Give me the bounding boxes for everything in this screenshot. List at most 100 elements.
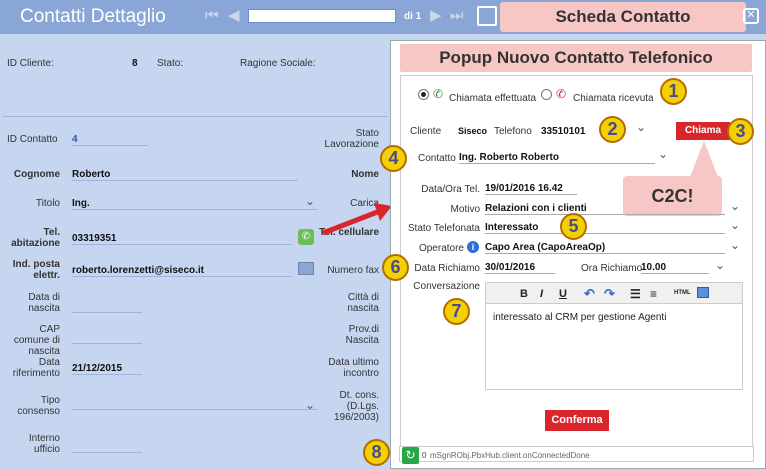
italic-button[interactable]: I [540, 288, 543, 300]
nav-prev-icon[interactable]: ◀ [228, 8, 240, 24]
badge-1: 1 [660, 78, 687, 105]
nome-label: Nome [351, 169, 379, 180]
ragione-sociale-label: Ragione Sociale: [240, 58, 316, 69]
titolo-select[interactable]: Ing. [72, 198, 317, 210]
chevron-down-icon[interactable]: ⌄ [636, 120, 646, 134]
badge-4: 4 [380, 145, 407, 172]
email-icon[interactable] [298, 262, 314, 275]
nav-next-icon[interactable]: ▶ [430, 8, 442, 24]
id-cliente-value: 8 [132, 58, 138, 69]
radio-chiamata-effettuata[interactable] [418, 89, 429, 100]
record-count: di 1 [404, 11, 422, 22]
chevron-down-icon[interactable]: ⌄ [730, 199, 740, 213]
telefono-select[interactable]: 33510101 [541, 126, 586, 137]
numero-fax-label: Numero fax [327, 265, 379, 276]
status-count: 0 [422, 451, 427, 460]
tel-abitazione-field[interactable]: 03319351 [72, 233, 292, 245]
stato-lavorazione-label: Stato Lavorazione [324, 128, 379, 150]
outgoing-call-icon: ✆ [433, 87, 444, 101]
conversazione-text: interessato al CRM per gestione Agenti [493, 312, 667, 323]
contatto-select[interactable]: Ing. Roberto Roberto [459, 152, 655, 164]
cliente-value: Siseco [458, 126, 488, 136]
data-riferimento-field[interactable]: 21/12/2015 [72, 363, 142, 375]
bold-button[interactable]: B [520, 288, 528, 300]
cognome-label: Cognome [13, 169, 60, 180]
chevron-down-icon[interactable]: ⌄ [305, 194, 315, 208]
chiama-button[interactable]: Chiama [676, 122, 730, 140]
ora-richiamo-field[interactable]: 10.00 [641, 262, 709, 274]
incoming-call-icon: ✆ [556, 87, 567, 101]
cliente-label: Cliente [410, 126, 442, 137]
chevron-down-icon[interactable]: ⌄ [715, 258, 725, 272]
image-icon[interactable] [697, 287, 709, 298]
operatore-label: Operatore [418, 243, 464, 254]
undo-icon[interactable]: ↶ [584, 286, 595, 302]
record-input[interactable] [248, 9, 396, 23]
badge-7: 7 [443, 298, 470, 325]
email-label: Ind. posta elettr. [12, 259, 60, 281]
email-field[interactable]: roberto.lorenzetti@siseco.it [72, 265, 292, 277]
chevron-down-icon[interactable]: ⌄ [305, 398, 315, 412]
radio-ricevuta-label: Chiamata ricevuta [573, 93, 654, 104]
data-nascita-field[interactable] [72, 305, 142, 313]
operatore-select[interactable]: Capo Area (CapoAreaOp) [485, 242, 725, 254]
interno-ufficio-label: Interno ufficio [28, 433, 60, 455]
data-nascita-label: Data di nascita [28, 292, 60, 314]
data-ora-label: Data/Ora Tel. [421, 184, 480, 195]
citta-nascita-label: Città di nascita [347, 292, 379, 314]
client-info-panel [3, 41, 387, 117]
badge-6: 6 [382, 254, 409, 281]
contatto-label: Contatto [418, 153, 456, 164]
callout-popup-title: Popup Nuovo Contatto Telefonico [400, 44, 752, 72]
phone-icon[interactable]: ✆ [298, 229, 314, 245]
underline-button[interactable]: U [559, 288, 567, 300]
conferma-button[interactable]: Conferma [545, 410, 609, 431]
data-ora-field[interactable]: 19/01/2016 16.42 [485, 183, 577, 195]
html-source-button[interactable]: HTML [674, 290, 691, 296]
cognome-field[interactable]: Roberto [72, 169, 298, 181]
cap-nascita-field[interactable] [72, 336, 142, 344]
motivo-label: Motivo [450, 204, 480, 215]
badge-8: 8 [363, 439, 390, 466]
badge-2: 2 [599, 116, 626, 143]
titolo-label: Titolo [35, 198, 60, 209]
cap-nascita-label: CAP comune di nascita [13, 324, 60, 357]
nav-first-icon[interactable]: ⏮ [205, 8, 219, 24]
data-ultimo-incontro-label: Data ultimo incontro [328, 357, 379, 379]
data-richiamo-field[interactable]: 30/01/2016 [485, 262, 555, 274]
chevron-down-icon[interactable]: ⌄ [730, 238, 740, 252]
dt-consenso-label: Dt. cons. (D.Lgs. 196/2003) [333, 390, 379, 423]
close-icon[interactable]: ✕ [743, 8, 759, 24]
tipo-consenso-label: Tipo consenso [17, 395, 60, 417]
id-contatto-value: 4 [72, 134, 148, 146]
radio-chiamata-ricevuta[interactable] [541, 89, 552, 100]
id-cliente-label: ID Cliente: [7, 58, 54, 69]
stato-telefonata-select[interactable]: Interessato [485, 222, 725, 234]
info-icon[interactable]: i [467, 241, 479, 253]
save-icon[interactable] [477, 6, 497, 26]
pointer-arrow [322, 203, 392, 236]
tipo-consenso-select[interactable] [72, 402, 317, 410]
numbered-list-icon[interactable]: ≡ [650, 287, 657, 301]
c2c-callout-pointer [690, 141, 718, 177]
chevron-down-icon[interactable]: ⌄ [658, 147, 668, 161]
stato-telefonata-label: Stato Telefonata [407, 223, 480, 234]
interno-ufficio-field[interactable] [72, 445, 142, 453]
radio-effettuata-label: Chiamata effettuata [449, 93, 537, 104]
refresh-icon[interactable]: ↻ [402, 447, 419, 464]
ora-richiamo-label: Ora Richiamo [581, 263, 643, 274]
callout-scheda-contatto: Scheda Contatto [500, 2, 746, 32]
badge-5: 5 [560, 213, 587, 240]
telefono-label: Telefono [494, 126, 532, 137]
tel-abitazione-label: Tel. abitazione [11, 227, 60, 249]
motivo-select[interactable]: Relazioni con i clienti [485, 203, 725, 215]
prov-nascita-label: Prov.di Nascita [345, 324, 379, 346]
data-riferimento-label: Data riferimento [12, 357, 60, 379]
nav-last-icon[interactable]: ⏭ [450, 8, 464, 24]
chevron-down-icon[interactable]: ⌄ [730, 218, 740, 232]
badge-3: 3 [727, 118, 754, 145]
redo-icon[interactable]: ↷ [604, 286, 615, 302]
stato-label: Stato: [157, 58, 184, 69]
bullet-list-icon[interactable]: ☰ [630, 287, 641, 301]
conversazione-label: Conversazione [413, 281, 480, 292]
